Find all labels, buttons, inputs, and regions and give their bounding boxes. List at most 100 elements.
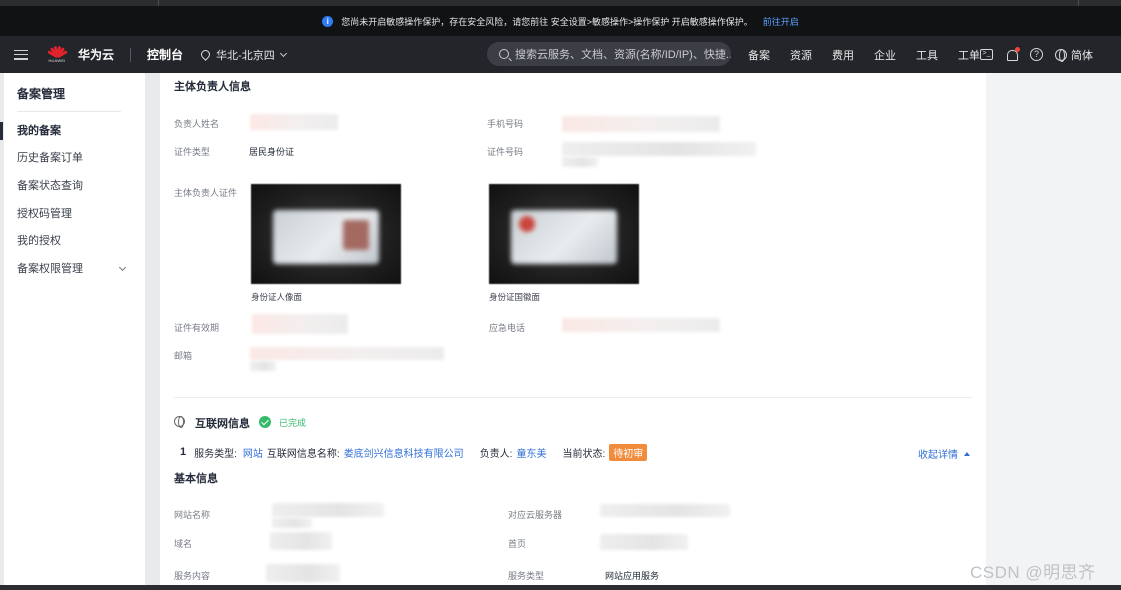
nav-link-billing[interactable]: 费用	[832, 47, 854, 63]
language-selector[interactable]: 简体	[1071, 47, 1093, 63]
field-label: 证件类型	[174, 147, 211, 157]
field-label: 服务内容	[174, 571, 211, 581]
search-placeholder: 搜索云服务、文档、资源(名称/ID/IP)、快捷...	[515, 49, 731, 61]
console-link[interactable]: 控制台	[147, 46, 183, 63]
redacted-value	[562, 116, 720, 132]
sidebar-item-status-query[interactable]: 备案状态查询	[17, 178, 83, 194]
redacted-value	[270, 532, 332, 550]
bottom-window-strip	[0, 585, 1121, 590]
redacted-value	[562, 318, 720, 332]
caret-up-icon	[964, 451, 970, 456]
banner-message: 您尚未开启敏感操作保护，存在安全风险，请您前往 安全设置>敏感操作>操作保护 开…	[341, 16, 753, 27]
top-navigation-bar: HUAWEI 华为云 控制台 华北-北京四 搜索云服务、文档、资源(名称/ID/…	[0, 36, 1121, 73]
id-front-image[interactable]	[251, 184, 401, 284]
field-label: 证件号码	[487, 147, 524, 157]
internet-info-row: 1 服务类型: 网站 互联网信息名称: 娄底剑兴信息科技有限公司 负责人: 童东…	[180, 443, 648, 461]
sidebar-divider	[17, 111, 121, 112]
redacted-value	[272, 518, 312, 528]
huawei-logo-icon	[47, 45, 68, 59]
bell-icon[interactable]	[1006, 46, 1020, 61]
status-badge: 已完成	[279, 418, 307, 428]
terminal-icon[interactable]: >_	[980, 49, 993, 60]
field-label: 网站名称	[174, 510, 211, 520]
logo-wordmark: HUAWEI	[48, 58, 66, 63]
field-label: 主体负责人证件	[174, 188, 238, 198]
basic-section-title: 基本信息	[174, 473, 218, 485]
security-warning-banner: i 您尚未开启敏感操作保护，存在安全风险，请您前往 安全设置>敏感操作>操作保护…	[0, 6, 1121, 36]
nav-links: 备案 资源 费用 企业 工具 工单	[748, 36, 1000, 73]
watermark: CSDN @明思齐	[970, 563, 1096, 582]
nav-link-tickets[interactable]: 工单	[958, 47, 980, 63]
nav-link-enterprise[interactable]: 企业	[874, 47, 896, 63]
id-back-caption: 身份证国徽面	[489, 292, 541, 302]
sidebar: 备案管理 我的备案 历史备案订单 备案状态查询 授权码管理 我的授权 备案权限管…	[0, 73, 145, 590]
field-label: 对应云服务器	[508, 510, 563, 520]
redacted-value	[250, 114, 338, 130]
field-label: 邮箱	[174, 351, 193, 361]
redacted-value	[272, 503, 384, 517]
check-circle-icon	[259, 416, 271, 428]
id-back-image[interactable]	[489, 184, 639, 284]
basic-service-type-value: 网站应用服务	[605, 571, 660, 581]
global-search-input[interactable]: 搜索云服务、文档、资源(名称/ID/IP)、快捷...	[487, 42, 731, 66]
service-type-value[interactable]: 网站	[243, 445, 263, 460]
huawei-logo[interactable]: HUAWEI	[46, 45, 68, 63]
redacted-value	[600, 504, 730, 517]
nav-link-tools[interactable]: 工具	[916, 47, 938, 63]
nav-divider	[130, 47, 132, 62]
principal-section-title: 主体负责人信息	[174, 81, 251, 93]
state-label: 当前状态:	[562, 448, 606, 460]
field-label: 证件有效期	[174, 323, 220, 333]
nav-link-resources[interactable]: 资源	[790, 47, 812, 63]
field-label: 应急电话	[489, 323, 526, 333]
info-name-label: 互联网信息名称:	[266, 448, 340, 460]
active-indicator	[0, 122, 3, 140]
service-type-label: 服务类型:	[194, 448, 237, 460]
field-label: 域名	[174, 539, 193, 549]
right-gutter	[986, 73, 1121, 590]
field-label: 服务类型	[508, 571, 545, 581]
redacted-value	[250, 361, 276, 371]
field-label: 手机号码	[487, 119, 524, 129]
redacted-value	[266, 564, 340, 582]
sidebar-item-my-authorization[interactable]: 我的授权	[17, 233, 61, 249]
nav-link-beian[interactable]: 备案	[748, 47, 770, 63]
redacted-value	[600, 534, 688, 550]
search-icon	[499, 49, 509, 59]
info-icon: i	[322, 15, 334, 27]
redacted-value	[562, 142, 756, 156]
chevron-down-icon[interactable]	[118, 263, 127, 272]
sidebar-item-permission-management[interactable]: 备案权限管理	[17, 261, 83, 277]
region-label: 华北-北京四	[216, 49, 275, 62]
id-front-caption: 身份证人像面	[251, 292, 303, 302]
owner-value[interactable]: 童东美	[516, 445, 546, 460]
sidebar-item-my-filing[interactable]: 我的备案	[17, 123, 61, 139]
redacted-value	[250, 347, 444, 360]
location-pin-icon	[199, 48, 212, 61]
collapse-details-button[interactable]: 收起详情	[918, 446, 970, 461]
id-type-value: 居民身份证	[249, 147, 295, 157]
section-divider	[174, 397, 972, 398]
brand-name[interactable]: 华为云	[78, 46, 114, 63]
region-selector[interactable]: 华北-北京四	[199, 47, 287, 63]
status-badge: 待初审	[609, 443, 648, 461]
field-label: 负责人姓名	[174, 119, 220, 129]
globe-icon	[174, 416, 185, 428]
sidebar-title: 备案管理	[17, 87, 66, 101]
help-icon[interactable]: ?	[1030, 48, 1043, 61]
owner-label: 负责人:	[479, 448, 513, 460]
info-name-value[interactable]: 娄底剑兴信息科技有限公司	[344, 445, 464, 460]
internet-section-title: 互联网信息	[195, 418, 250, 430]
redacted-value	[252, 314, 348, 334]
menu-icon[interactable]	[14, 49, 28, 60]
redacted-value	[562, 157, 598, 167]
field-label: 首页	[508, 539, 527, 549]
sidebar-item-auth-code[interactable]: 授权码管理	[17, 206, 72, 222]
chevron-down-icon	[279, 49, 287, 57]
enable-protection-link[interactable]: 前往开启	[763, 15, 799, 28]
collapse-label: 收起详情	[918, 450, 958, 461]
globe-icon[interactable]	[1055, 48, 1067, 62]
row-index: 1	[180, 446, 187, 458]
nav-icon-group: >_ ? 简体	[980, 36, 1093, 73]
sidebar-item-history-orders[interactable]: 历史备案订单	[17, 150, 83, 166]
